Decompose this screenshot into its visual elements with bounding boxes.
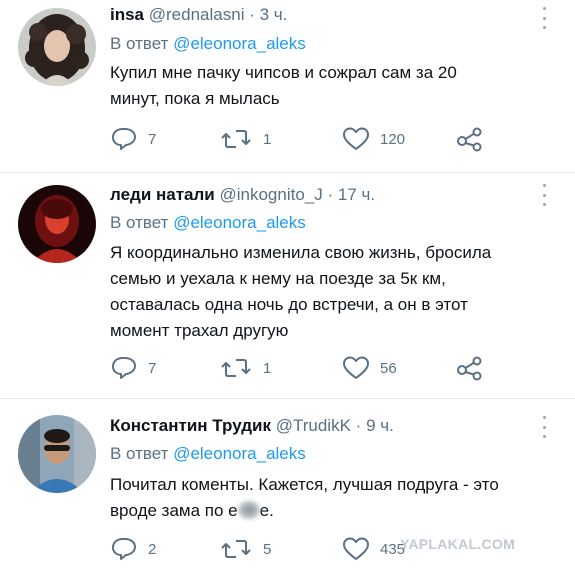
like-button[interactable]: 56: [342, 355, 397, 381]
share-icon: [457, 127, 482, 152]
more-icon[interactable]: [539, 184, 549, 206]
text-line: Я координально изменила свою жизнь, брос…: [110, 243, 492, 262]
mention-link[interactable]: @eleonora_aleks: [173, 444, 306, 463]
retweet-count: 5: [263, 540, 272, 558]
retweet-button[interactable]: 5: [219, 536, 271, 562]
like-count: 120: [380, 130, 406, 148]
retweet-count: 1: [263, 359, 272, 377]
reply-context: В ответ @eleonora_aleks: [110, 34, 306, 54]
separator-dot: ·: [355, 416, 362, 435]
reply-context: В ответ @eleonora_aleks: [110, 444, 306, 464]
reply-count: 2: [148, 540, 157, 558]
text-line: минут, пока я мылась: [110, 89, 280, 108]
retweet-button[interactable]: 1: [219, 126, 271, 152]
reply-icon: [112, 357, 136, 379]
retweet-icon: [221, 540, 251, 558]
like-button[interactable]: 120: [342, 126, 405, 152]
reply-prefix: В ответ: [110, 34, 169, 53]
display-name[interactable]: Константин Трудик: [110, 416, 271, 435]
reply-button[interactable]: 2: [110, 536, 156, 562]
text-line: Купил мне пачку чипсов и сожрал сам за 2…: [110, 63, 457, 82]
share-button[interactable]: [456, 126, 484, 152]
avatar[interactable]: [18, 185, 96, 263]
user-handle[interactable]: @rednalasni: [149, 5, 245, 24]
tweet-1[interactable]: insa @rednalasni · 3 ч. В ответ @eleonor…: [0, 0, 575, 170]
retweet-icon: [221, 130, 251, 148]
mention-link[interactable]: @eleonora_aleks: [173, 34, 306, 53]
tweet-header: Константин Трудик @TrudikK · 9 ч.: [110, 416, 394, 436]
retweet-button[interactable]: 1: [219, 355, 271, 381]
text-line: момент трахал другую: [110, 321, 289, 340]
like-icon: [343, 356, 369, 379]
mention-link[interactable]: @eleonora_aleks: [173, 213, 306, 232]
timestamp[interactable]: 3 ч.: [260, 5, 288, 24]
more-icon[interactable]: [539, 416, 549, 438]
tweet-2[interactable]: леди натали @inkognito_J · 17 ч. В ответ…: [0, 173, 575, 398]
separator-dot: ·: [327, 185, 334, 204]
reply-count: 7: [148, 130, 157, 148]
reply-button[interactable]: 7: [110, 126, 156, 152]
tweet-header: леди натали @inkognito_J · 17 ч.: [110, 185, 375, 205]
display-name[interactable]: insa: [110, 5, 144, 24]
reply-icon: [112, 538, 136, 560]
tweet-actions: 7 1 56: [110, 355, 530, 381]
text-line: оставалась одна ночь до встречи, а он в …: [110, 295, 468, 314]
display-name[interactable]: леди натали: [110, 185, 215, 204]
tweet-header: insa @rednalasni · 3 ч.: [110, 5, 287, 25]
timestamp[interactable]: 9 ч.: [366, 416, 394, 435]
retweet-icon: [221, 359, 251, 377]
avatar[interactable]: [18, 8, 96, 86]
reply-count: 7: [148, 359, 157, 377]
censored-blur: [237, 501, 260, 519]
text-line: вроде зама по е е.: [110, 498, 550, 524]
like-icon: [343, 127, 369, 150]
text-fragment: е.: [259, 501, 274, 520]
reply-button[interactable]: 7: [110, 355, 156, 381]
watermark-logo: YAPLAKAL.COM: [400, 536, 516, 552]
user-handle[interactable]: @inkognito_J: [219, 185, 322, 204]
share-button[interactable]: [456, 355, 484, 381]
text-fragment: вроде зама по е: [110, 501, 238, 520]
like-button[interactable]: 435: [342, 536, 405, 562]
separator-dot: ·: [249, 5, 255, 24]
reply-context: В ответ @eleonora_aleks: [110, 213, 306, 233]
reply-prefix: В ответ: [110, 213, 169, 232]
like-icon: [343, 537, 369, 560]
like-count: 56: [380, 359, 397, 377]
share-icon: [457, 356, 482, 381]
tweet-text: Купил мне пачку чипсов и сожрал сам за 2…: [110, 60, 550, 112]
more-icon[interactable]: [539, 7, 549, 29]
avatar[interactable]: [18, 415, 96, 493]
text-line: семью и уехала к нему на поезде за 5к км…: [110, 269, 446, 288]
timestamp[interactable]: 17 ч.: [338, 185, 375, 204]
reply-prefix: В ответ: [110, 444, 169, 463]
reply-icon: [112, 128, 136, 150]
user-handle[interactable]: @TrudikK: [276, 416, 351, 435]
text-line: Почитал коменты. Кажется, лучшая подруга…: [110, 475, 499, 494]
retweet-count: 1: [263, 130, 272, 148]
tweet-text: Почитал коменты. Кажется, лучшая подруга…: [110, 472, 550, 524]
tweet-actions: 7 1 120: [110, 126, 530, 152]
tweet-text: Я координально изменила свою жизнь, брос…: [110, 240, 550, 344]
